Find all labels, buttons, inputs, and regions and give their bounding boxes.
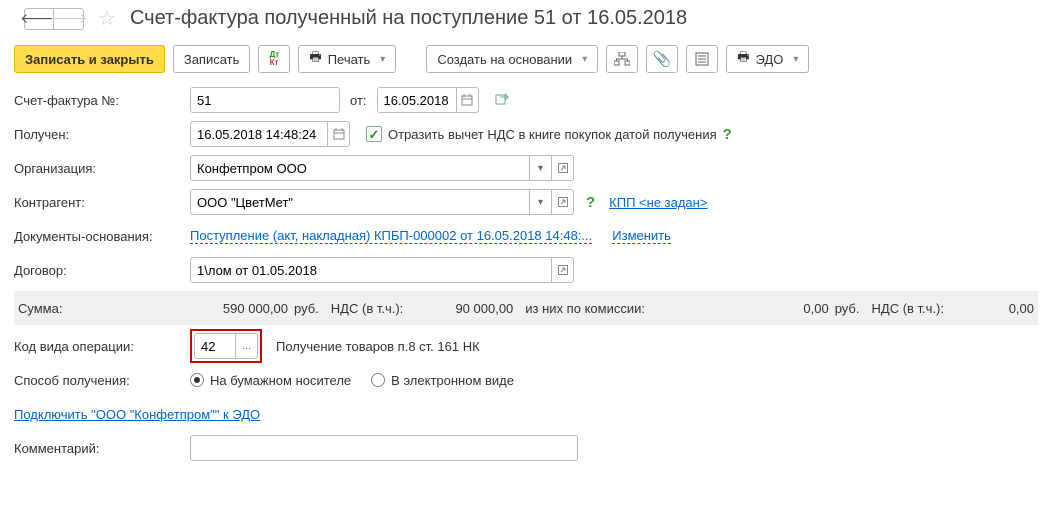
printer-icon: 🖶 — [309, 48, 321, 70]
contract-label: Договор: — [14, 263, 184, 278]
radio-paper[interactable]: На бумажном носителе — [190, 373, 351, 388]
invoice-no-label: Счет-фактура №: — [14, 93, 184, 108]
help-icon[interactable]: ? — [723, 126, 732, 143]
org-label: Организация: — [14, 161, 184, 176]
counterparty-label: Контрагент: — [14, 195, 184, 210]
list-icon — [695, 52, 709, 66]
from-label: от: — [350, 93, 367, 108]
vat-checkbox-label: Отразить вычет НДС в книге покупок датой… — [388, 127, 717, 142]
received-datetime-input[interactable] — [190, 121, 328, 147]
open-icon[interactable] — [552, 155, 574, 181]
connect-edo-link[interactable]: Подключить "ООО "Конфетпром"" к ЭДО — [14, 407, 260, 422]
comment-input[interactable] — [190, 435, 578, 461]
dropdown-icon[interactable]: ▾ — [530, 189, 552, 215]
op-code-label: Код вида операции: — [14, 339, 184, 354]
invoice-date-input[interactable] — [377, 87, 457, 113]
org-input[interactable] — [190, 155, 530, 181]
attach-button[interactable]: 📎 — [646, 45, 678, 73]
sum-label: Сумма: — [18, 301, 188, 316]
vat2-value: 0,00 — [944, 301, 1034, 316]
vat2-label: НДС (в т.ч.): — [872, 301, 945, 316]
calendar-icon[interactable] — [457, 87, 479, 113]
dtkt-button[interactable]: ДтКт — [258, 45, 290, 73]
refresh-icon[interactable] — [495, 92, 509, 109]
open-icon[interactable] — [552, 189, 574, 215]
ellipsis-icon[interactable]: … — [236, 333, 258, 359]
contract-input[interactable] — [190, 257, 552, 283]
kpp-link[interactable]: КПП <не задан> — [609, 195, 707, 210]
paperclip-icon: 📎 — [653, 50, 672, 68]
commission-value: 0,00 — [645, 301, 829, 316]
comment-label: Комментарий: — [14, 441, 184, 456]
toolbar: Записать и закрыть Записать ДтКт 🖶 Печат… — [0, 41, 1052, 83]
summary-row: Сумма: 590 000,00 руб. НДС (в т.ч.): 90 … — [14, 291, 1038, 325]
basis-doc-link[interactable]: Поступление (акт, накладная) КПБП-000002… — [190, 228, 592, 244]
radio-electronic[interactable]: В электронном виде — [371, 373, 514, 388]
help-icon[interactable]: ? — [586, 194, 595, 211]
edo-button[interactable]: 🖶 ЭДО — [726, 45, 809, 73]
open-icon[interactable] — [552, 257, 574, 283]
sum-value: 590 000,00 — [188, 301, 288, 316]
create-based-button[interactable]: Создать на основании — [426, 45, 598, 73]
favorite-star-icon[interactable]: ☆ — [98, 6, 116, 31]
invoice-no-input[interactable] — [190, 87, 340, 113]
op-code-input[interactable] — [194, 333, 236, 359]
basis-docs-label: Документы-основания: — [14, 229, 184, 244]
vat-incl-label: НДС (в т.ч.): — [331, 301, 404, 316]
counterparty-input[interactable] — [190, 189, 530, 215]
vat-value: 90 000,00 — [403, 301, 513, 316]
receive-method-label: Способ получения: — [14, 373, 184, 388]
edo-icon: 🖶 — [737, 48, 749, 70]
page-title: Счет-фактура полученный на поступление 5… — [130, 7, 687, 30]
list-button[interactable] — [686, 45, 718, 73]
op-code-desc: Получение товаров п.8 ст. 161 НК — [276, 339, 480, 354]
dropdown-icon[interactable]: ▾ — [530, 155, 552, 181]
structure-icon — [614, 52, 630, 66]
forward-button[interactable]: 🡒 — [54, 8, 84, 30]
change-link[interactable]: Изменить — [612, 228, 671, 244]
write-button[interactable]: Записать — [173, 45, 251, 73]
structure-button[interactable] — [606, 45, 638, 73]
write-close-button[interactable]: Записать и закрыть — [14, 45, 165, 73]
calendar-icon[interactable] — [328, 121, 350, 147]
vat-checkbox[interactable]: ✓ — [366, 126, 382, 142]
print-button[interactable]: 🖶 Печать — [298, 45, 396, 73]
dtkt-icon: ДтКт — [270, 51, 280, 67]
commission-label: из них по комиссии: — [525, 301, 645, 316]
received-label: Получен: — [14, 127, 184, 142]
